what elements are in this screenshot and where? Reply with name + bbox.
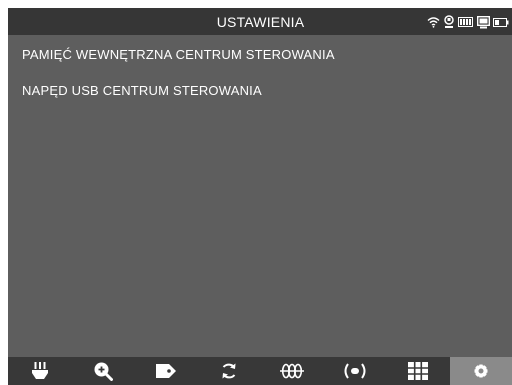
wifi-icon — [427, 16, 440, 28]
grid-button[interactable] — [387, 357, 450, 385]
list-item-internal-memory[interactable]: PAMIĘĆ WEWNĘTRZNA CENTRUM STEROWANIA — [22, 47, 335, 62]
settings-screen: USTAWIENIA PAMIĘĆ WEWNĘTRZNA CENTRUM STE… — [8, 8, 512, 385]
grid-icon — [407, 361, 429, 381]
settings-button[interactable] — [449, 357, 512, 385]
battery-icon — [458, 16, 474, 28]
zoom-in-icon — [93, 361, 113, 381]
rotate-icon — [219, 361, 239, 381]
transmitter-icon — [342, 362, 368, 380]
status-icons — [427, 14, 509, 30]
bottom-toolbar — [8, 357, 512, 385]
rotate-button[interactable] — [197, 357, 260, 385]
temperature-icon — [443, 15, 455, 29]
tag-icon — [155, 362, 177, 380]
tag-button[interactable] — [134, 357, 197, 385]
zoom-in-button[interactable] — [71, 357, 134, 385]
title-bar: USTAWIENIA — [8, 8, 512, 35]
list-item-usb-drive[interactable]: NAPĘD USB CENTRUM STEROWANIA — [22, 83, 262, 98]
settings-gear-icon — [471, 361, 491, 381]
device-battery-icon — [493, 17, 509, 28]
camera-head-button[interactable] — [8, 357, 71, 385]
sonde-icon — [279, 363, 305, 379]
settings-list: PAMIĘĆ WEWNĘTRZNA CENTRUM STEROWANIA NAP… — [8, 35, 512, 357]
transmitter-button[interactable] — [324, 357, 387, 385]
monitor-icon — [477, 15, 490, 29]
sonde-button[interactable] — [261, 357, 324, 385]
camera-head-icon — [31, 361, 49, 381]
